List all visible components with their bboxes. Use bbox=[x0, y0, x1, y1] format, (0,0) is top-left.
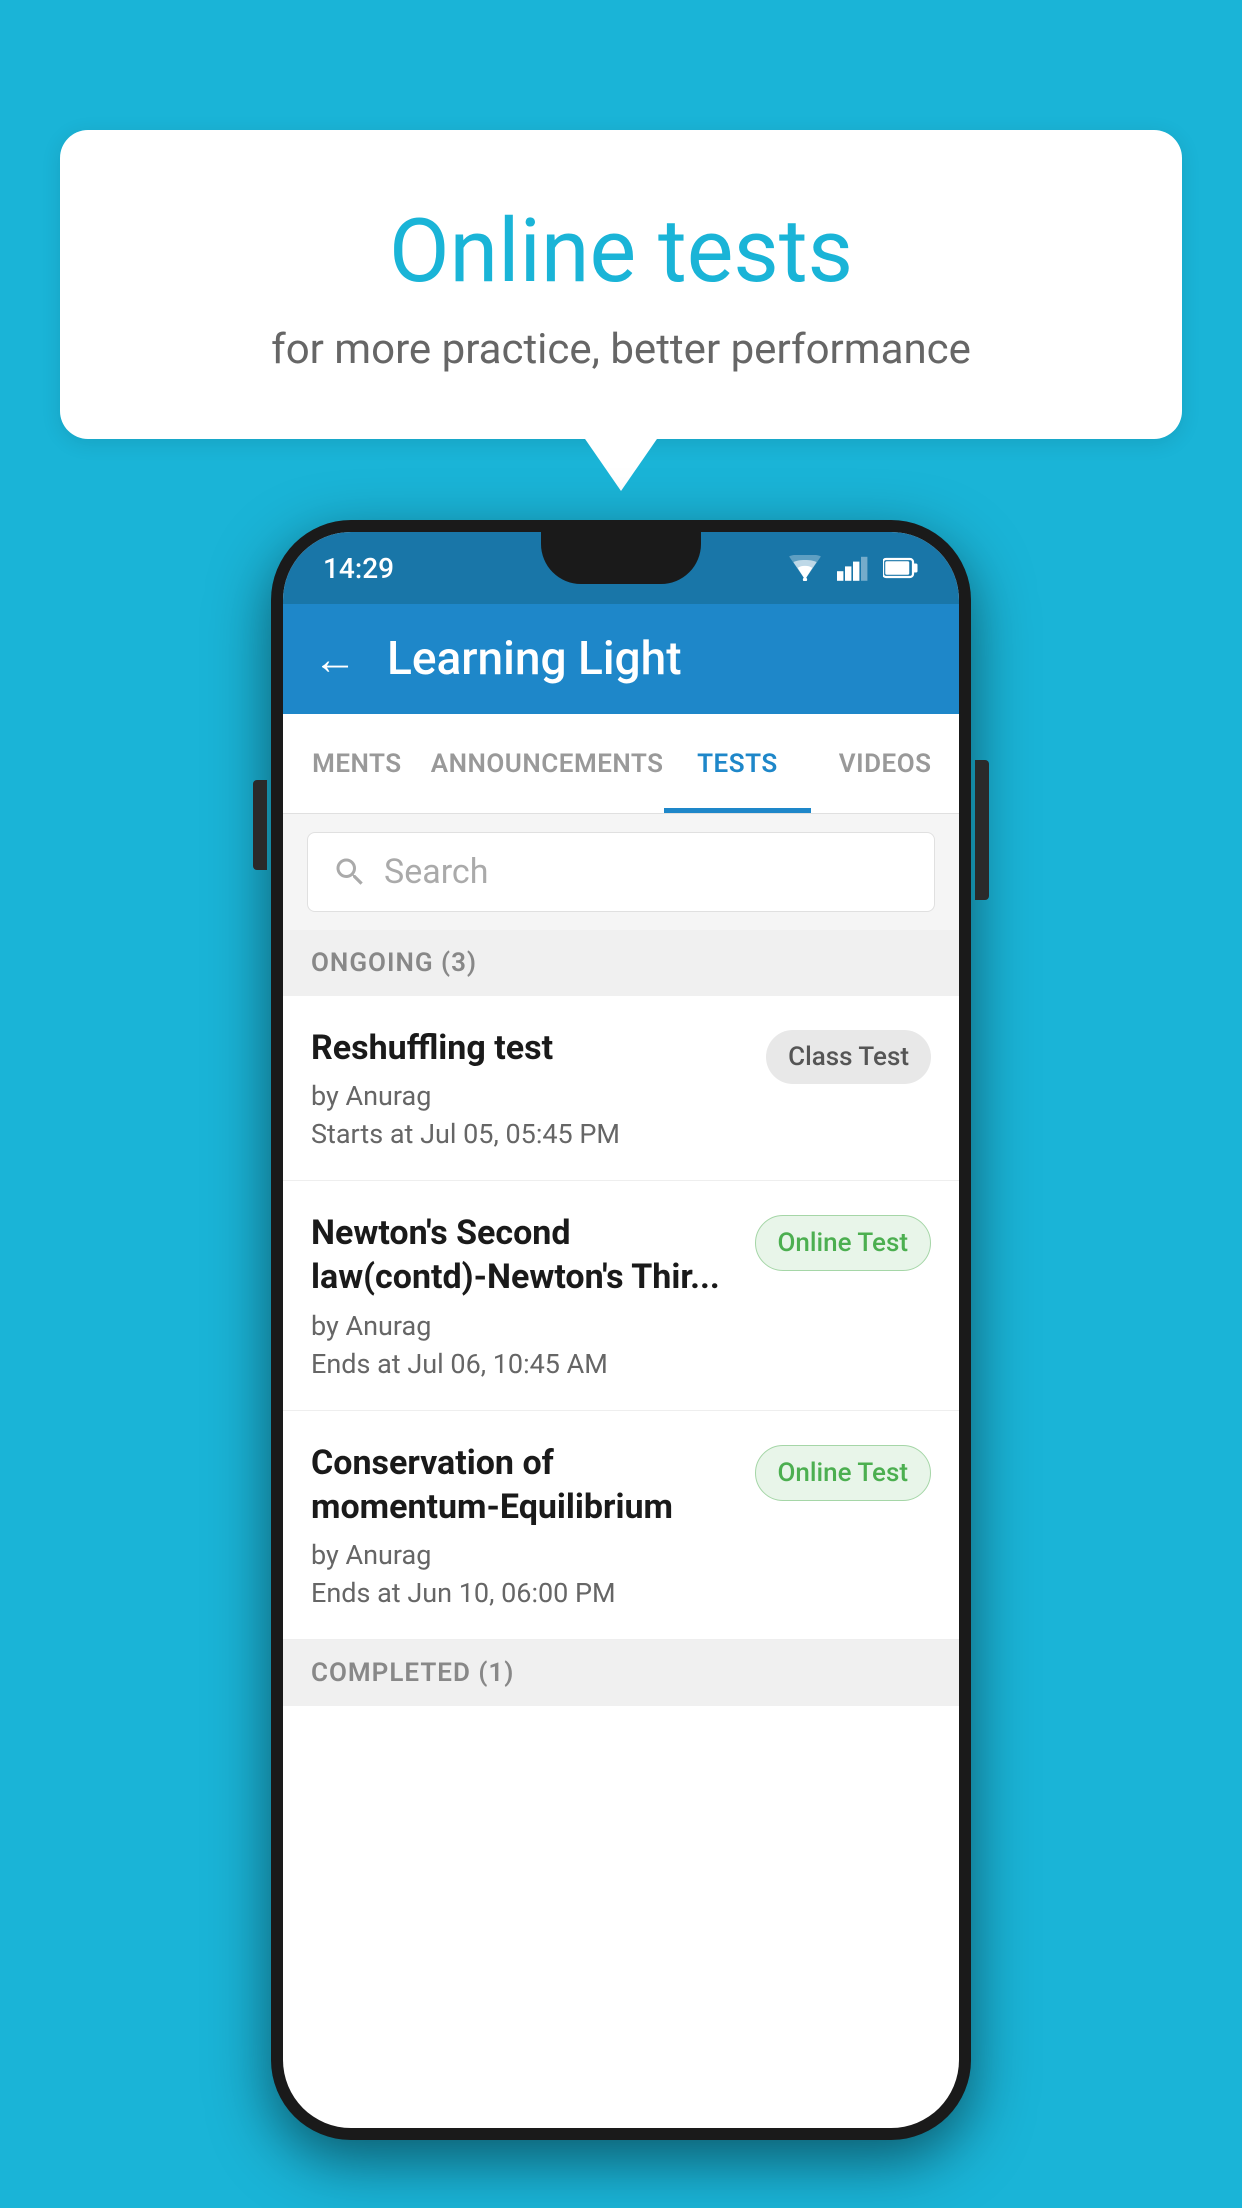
phone-screen: 14:29 bbox=[283, 532, 959, 2128]
test-info-2: Newton's Second law(contd)-Newton's Thir… bbox=[311, 1211, 739, 1379]
tab-announcements[interactable]: ANNOUNCEMENTS bbox=[431, 714, 664, 813]
tab-videos[interactable]: VIDEOS bbox=[811, 714, 959, 813]
test-list: Reshuffling test by Anurag Starts at Jul… bbox=[283, 996, 959, 1640]
test-time-3: Ends at Jun 10, 06:00 PM bbox=[311, 1577, 739, 1609]
test-name-1: Reshuffling test bbox=[311, 1026, 750, 1070]
search-input-wrap[interactable]: Search bbox=[307, 832, 935, 912]
phone-notch bbox=[541, 532, 701, 584]
wifi-icon bbox=[787, 555, 823, 581]
test-name-2: Newton's Second law(contd)-Newton's Thir… bbox=[311, 1211, 739, 1299]
status-icons bbox=[787, 555, 919, 581]
status-time: 14:29 bbox=[323, 552, 394, 585]
test-info-3: Conservation of momentum-Equilibrium by … bbox=[311, 1441, 739, 1609]
app-bar-title: Learning Light bbox=[387, 632, 682, 686]
test-author-2: by Anurag bbox=[311, 1310, 739, 1342]
status-bar: 14:29 bbox=[283, 532, 959, 604]
tab-tests[interactable]: TESTS bbox=[664, 714, 812, 813]
promo-section: Online tests for more practice, better p… bbox=[60, 130, 1182, 439]
search-icon bbox=[332, 854, 368, 890]
test-time-2: Ends at Jul 06, 10:45 AM bbox=[311, 1348, 739, 1380]
search-section: Search bbox=[283, 814, 959, 930]
test-info-1: Reshuffling test by Anurag Starts at Jul… bbox=[311, 1026, 750, 1150]
test-name-3: Conservation of momentum-Equilibrium bbox=[311, 1441, 739, 1529]
bubble-subtitle: for more practice, better performance bbox=[120, 325, 1122, 374]
bubble-title: Online tests bbox=[120, 200, 1122, 303]
search-placeholder: Search bbox=[384, 852, 488, 892]
back-button[interactable]: ← bbox=[313, 637, 357, 681]
test-badge-1: Class Test bbox=[766, 1030, 931, 1084]
test-item-2[interactable]: Newton's Second law(contd)-Newton's Thir… bbox=[283, 1181, 959, 1410]
speech-bubble: Online tests for more practice, better p… bbox=[60, 130, 1182, 439]
test-badge-2: Online Test bbox=[755, 1215, 932, 1271]
signal-icon bbox=[837, 555, 869, 581]
completed-header: COMPLETED (1) bbox=[283, 1640, 959, 1706]
test-time-1: Starts at Jul 05, 05:45 PM bbox=[311, 1118, 750, 1150]
tab-bar: MENTS ANNOUNCEMENTS TESTS VIDEOS bbox=[283, 714, 959, 814]
test-badge-3: Online Test bbox=[755, 1445, 932, 1501]
phone-frame: 14:29 bbox=[271, 520, 971, 2140]
test-item-3[interactable]: Conservation of momentum-Equilibrium by … bbox=[283, 1411, 959, 1640]
ongoing-header: ONGOING (3) bbox=[283, 930, 959, 996]
app-bar: ← Learning Light bbox=[283, 604, 959, 714]
test-author-1: by Anurag bbox=[311, 1080, 750, 1112]
test-item-1[interactable]: Reshuffling test by Anurag Starts at Jul… bbox=[283, 996, 959, 1181]
battery-icon bbox=[883, 557, 919, 579]
test-author-3: by Anurag bbox=[311, 1539, 739, 1571]
phone-mockup: 14:29 bbox=[75, 520, 1167, 2140]
tab-assignments[interactable]: MENTS bbox=[283, 714, 431, 813]
